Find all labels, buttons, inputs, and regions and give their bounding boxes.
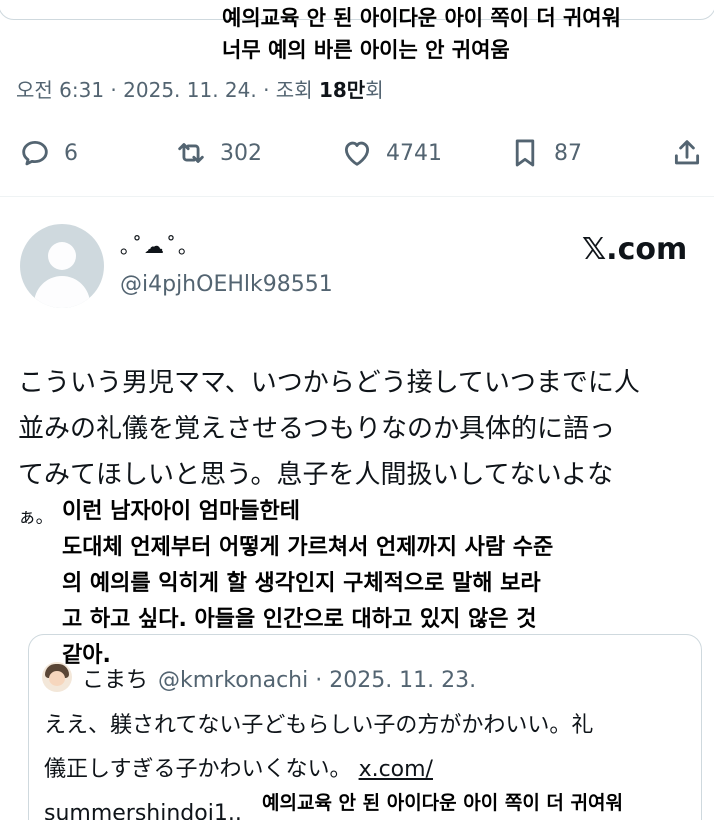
- overlay-line: 고 하고 싶다. 아들을 인간으로 대하고 있지 않은 것: [62, 607, 537, 632]
- bookmark-icon: [515, 139, 535, 167]
- reply-count: 6: [64, 140, 78, 166]
- reply-icon: [22, 140, 48, 166]
- quoted-link[interactable]: summershindoi1..: [44, 801, 242, 820]
- share-icon: [674, 140, 700, 165]
- text-line: 並みの礼儀を覚えさせるつもりなのか具体的に語っ: [18, 414, 615, 444]
- quoted-display-name[interactable]: こまち: [82, 668, 148, 693]
- korean-translation-overlay: 예의교육 안 된 아이다운 아이 쪽이 더 귀여워: [262, 792, 623, 814]
- repost-count: 302: [220, 140, 262, 166]
- quoted-user-avatar[interactable]: [42, 662, 72, 692]
- quoted-tweet-header: こまち @kmrkonachi · 2025. 11. 23.: [82, 662, 476, 694]
- user-handle[interactable]: @i4pjhOEHlk98551: [120, 272, 333, 297]
- overlay-line: 예의교육 안 된 아이다운 아이 쪽이 더 귀여워: [222, 6, 621, 30]
- text-line: こういう男児ママ、いつからどう接していつまでに人: [18, 368, 640, 398]
- repost-button[interactable]: 302: [174, 130, 262, 176]
- like-button[interactable]: 4741: [340, 130, 442, 176]
- x-logo-watermark: 𝕏.com: [582, 232, 688, 267]
- like-count: 4741: [386, 140, 442, 166]
- views-suffix: 회: [365, 78, 384, 102]
- overlay-line: 의 예의를 익히게 할 생각인지 구체적으로 말해 보라: [62, 571, 541, 596]
- tweet-meta: 오전 6:31 · 2025. 11. 24. · 조회 18만회: [16, 74, 384, 103]
- quoted-handle-date[interactable]: @kmrkonachi · 2025. 11. 23.: [158, 668, 476, 693]
- timestamp-and-views-label[interactable]: 오전 6:31 · 2025. 11. 24. · 조회: [16, 78, 319, 102]
- text-segment: 儀正しすぎる子かわいくない。: [44, 757, 352, 782]
- bookmark-button[interactable]: 87: [508, 130, 582, 176]
- quoted-link[interactable]: x.com/: [359, 757, 433, 782]
- share-button[interactable]: [670, 130, 704, 176]
- action-bar: 6 302 4741 87: [0, 130, 714, 176]
- view-count: 18만: [318, 78, 366, 102]
- avatar-face-shape: [49, 671, 65, 686]
- default-avatar[interactable]: [20, 224, 104, 308]
- reply-button[interactable]: 6: [18, 130, 78, 176]
- overlay-line: 이런 남자아이 엄마들한테: [62, 499, 300, 524]
- bookmark-count: 87: [554, 140, 582, 166]
- avatar-head-shape: [48, 242, 76, 270]
- text-line: ええ、躾されてない子どもらしい子の方がかわいい。礼: [44, 713, 594, 738]
- text-line: てみてほしいと思う。息子を人間扱いしてないよな: [18, 460, 614, 490]
- korean-translation-overlay: 예의교육 안 된 아이다운 아이 쪽이 더 귀여워 너무 예의 바른 아이는 안…: [222, 2, 692, 66]
- display-name[interactable]: ｡˚☁︎˚｡: [120, 230, 190, 259]
- divider: [0, 196, 714, 197]
- text-line: 儀正しすぎる子かわいくない。 x.com/: [44, 748, 694, 792]
- heart-icon: [344, 141, 370, 166]
- overlay-line: 너무 예의 바른 아이는 안 귀여움: [222, 38, 510, 62]
- avatar-body-shape: [34, 276, 90, 308]
- overlay-line: 도대체 언제부터 어떻게 가르쳐서 언제까지 사람 수준: [62, 535, 554, 560]
- repost-icon: [178, 143, 204, 163]
